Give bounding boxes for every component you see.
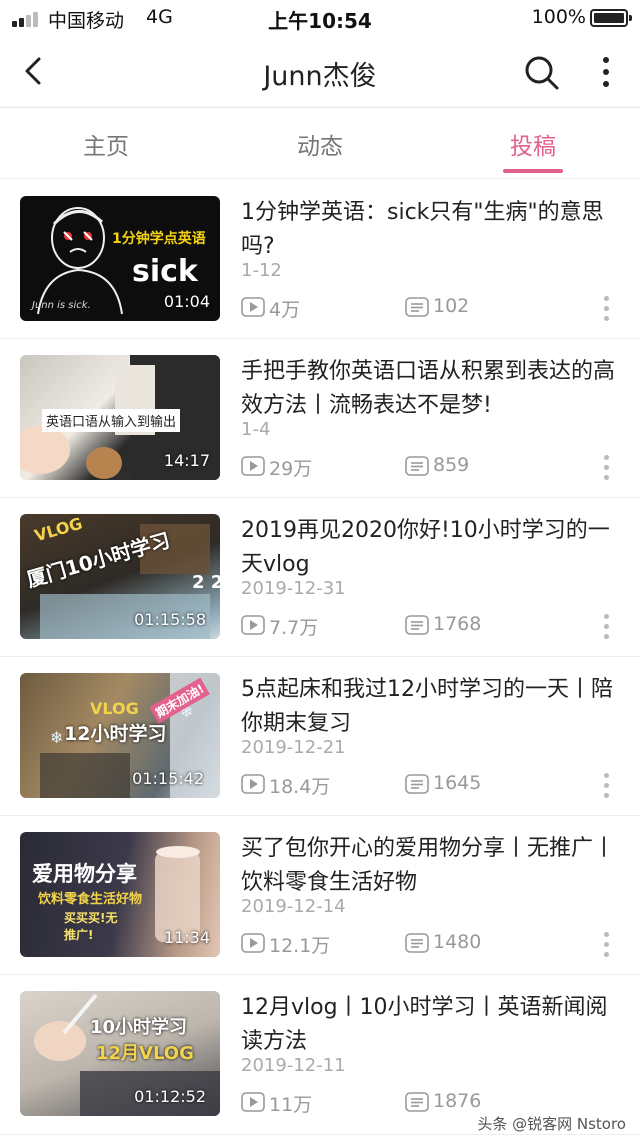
video-title[interactable]: 买了包你开心的爱用物分享丨无推广丨饮料零食生活好物 (241, 832, 621, 900)
video-title[interactable]: 12月vlog丨10小时学习丨英语新闻阅读方法 (241, 991, 621, 1059)
nav-bar: Junn杰俊 (0, 36, 640, 108)
video-stats: 4万 102 (241, 295, 621, 321)
status-bar: 中国移动 4G 上午10:54 100% (0, 0, 640, 36)
more-options-icon[interactable] (602, 614, 612, 640)
search-icon (525, 56, 559, 90)
danmaku-count: 1480 (433, 931, 482, 953)
danmaku-icon (405, 297, 429, 317)
video-thumbnail[interactable]: 10小时学习 12月VLOG 01:12:52 (20, 991, 220, 1116)
video-item[interactable]: VLOG 厦门10小时学习 2 2 01:15:58 2019再见2020你好!… (0, 498, 640, 657)
more-vertical-icon (603, 57, 609, 87)
svg-text:❄: ❄ (50, 728, 63, 747)
danmaku-icon (405, 1092, 429, 1112)
tab-home[interactable]: 主页 (46, 127, 166, 161)
play-count: 7.7万 (269, 617, 319, 639)
play-count: 29万 (269, 458, 313, 480)
thumbnail-big-text: sick (132, 254, 198, 289)
video-stats: 29万 859 (241, 454, 621, 480)
video-stats: 12.1万 1480 (241, 931, 621, 957)
battery-percent: 100% (531, 6, 586, 28)
video-title[interactable]: 5点起床和我过12小时学习的一天丨陪你期末复习 (241, 673, 621, 741)
play-count-icon (241, 297, 265, 317)
video-thumbnail[interactable]: 英语口语从输入到输出 14:17 (20, 355, 220, 480)
thumbnail-caption: 爱用物分享 (32, 862, 137, 886)
video-stats: 7.7万 1768 (241, 613, 621, 639)
video-date: 2019-12-21 (241, 737, 346, 758)
tab-uploads[interactable]: 投稿 (473, 127, 593, 161)
play-count: 4万 (269, 299, 301, 321)
thumbnail-caption: VLOG (90, 699, 139, 718)
danmaku-icon (405, 933, 429, 953)
video-stats: 18.4万 1645 (241, 772, 621, 798)
video-date: 2019-12-11 (241, 1055, 346, 1076)
video-date: 2019-12-14 (241, 896, 346, 917)
play-count-icon (241, 615, 265, 635)
active-tab-indicator (503, 169, 563, 173)
thumbnail-small-text: Junn is sick. (32, 300, 91, 311)
play-count: 18.4万 (269, 776, 331, 798)
video-thumbnail[interactable]: 1分钟学点英语 sick Junn is sick. 01:04 (20, 196, 220, 321)
more-options-icon[interactable] (602, 773, 612, 799)
play-count-icon (241, 1092, 265, 1112)
thumbnail-big-text: 12小时学习 (64, 723, 167, 745)
danmaku-icon (405, 774, 429, 794)
play-count-icon (241, 933, 265, 953)
video-date: 1-12 (241, 260, 282, 281)
video-duration: 01:12:52 (134, 1087, 206, 1106)
battery-icon (590, 9, 632, 27)
video-thumbnail[interactable]: 爱用物分享 饮料零食生活好物 买买买!无推广! 11:34 (20, 832, 220, 957)
video-title[interactable]: 1分钟学英语：sick只有"生病"的意思吗? (241, 196, 621, 264)
video-item[interactable]: 爱用物分享 饮料零食生活好物 买买买!无推广! 11:34 买了包你开心的爱用物… (0, 816, 640, 975)
video-item[interactable]: 1分钟学点英语 sick Junn is sick. 01:04 1分钟学英语：… (0, 180, 640, 339)
play-count: 12.1万 (269, 935, 331, 957)
thumbnail-big-text: 饮料零食生活好物 (38, 892, 143, 907)
play-count: 11万 (269, 1094, 313, 1116)
danmaku-count: 102 (433, 295, 470, 317)
video-duration: 01:04 (163, 292, 210, 311)
thumbnail-big-text: 12月VLOG (96, 1043, 194, 1064)
video-date: 2019-12-31 (241, 578, 346, 599)
video-duration: 01:15:42 (132, 769, 204, 788)
danmaku-count: 1768 (433, 613, 482, 635)
danmaku-count: 1876 (433, 1090, 482, 1112)
tab-activity[interactable]: 动态 (260, 127, 380, 161)
more-options-icon[interactable] (602, 932, 612, 958)
video-date: 1-4 (241, 419, 271, 440)
danmaku-count: 859 (433, 454, 470, 476)
video-duration: 11:34 (163, 928, 210, 947)
more-options-icon[interactable] (602, 455, 612, 481)
danmaku-icon (405, 615, 429, 635)
more-options-icon[interactable] (602, 296, 612, 322)
danmaku-icon (405, 456, 429, 476)
danmaku-count: 1645 (433, 772, 482, 794)
thumbnail-caption: 英语口语从输入到输出 (42, 409, 181, 432)
thumbnail-caption: 10小时学习 (90, 1017, 188, 1038)
more-button[interactable] (594, 55, 618, 89)
video-thumbnail[interactable]: ❄ ❄ VLOG 12小时学习 期末加油! 01:15:42 (20, 673, 220, 798)
video-title[interactable]: 手把手教你英语口语从积累到表达的高效方法丨流畅表达不是梦! (241, 355, 621, 423)
thumbnail-caption: 1分钟学点英语 (112, 231, 206, 247)
video-title[interactable]: 2019再见2020你好!10小时学习的一天vlog (241, 514, 621, 582)
video-duration: 14:17 (163, 451, 210, 470)
video-thumbnail[interactable]: VLOG 厦门10小时学习 2 2 01:15:58 (20, 514, 220, 639)
watermark: 头条 @锐客网 Nstoro (477, 1115, 626, 1133)
search-button[interactable] (522, 53, 562, 93)
video-item[interactable]: ❄ ❄ VLOG 12小时学习 期末加油! 01:15:42 5点起床和我过12… (0, 657, 640, 816)
thumbnail-small-text: 2 2 (192, 572, 220, 593)
video-item[interactable]: 英语口语从输入到输出 14:17 手把手教你英语口语从积累到表达的高效方法丨流畅… (0, 339, 640, 498)
video-duration: 01:15:58 (134, 610, 206, 629)
play-count-icon (241, 774, 265, 794)
tab-bar: 主页 动态 投稿 (0, 109, 640, 179)
thumbnail-small-text: 买买买!无推广! (64, 911, 118, 942)
video-item[interactable]: 10小时学习 12月VLOG 01:12:52 12月vlog丨10小时学习丨英… (0, 975, 640, 1135)
play-count-icon (241, 456, 265, 476)
